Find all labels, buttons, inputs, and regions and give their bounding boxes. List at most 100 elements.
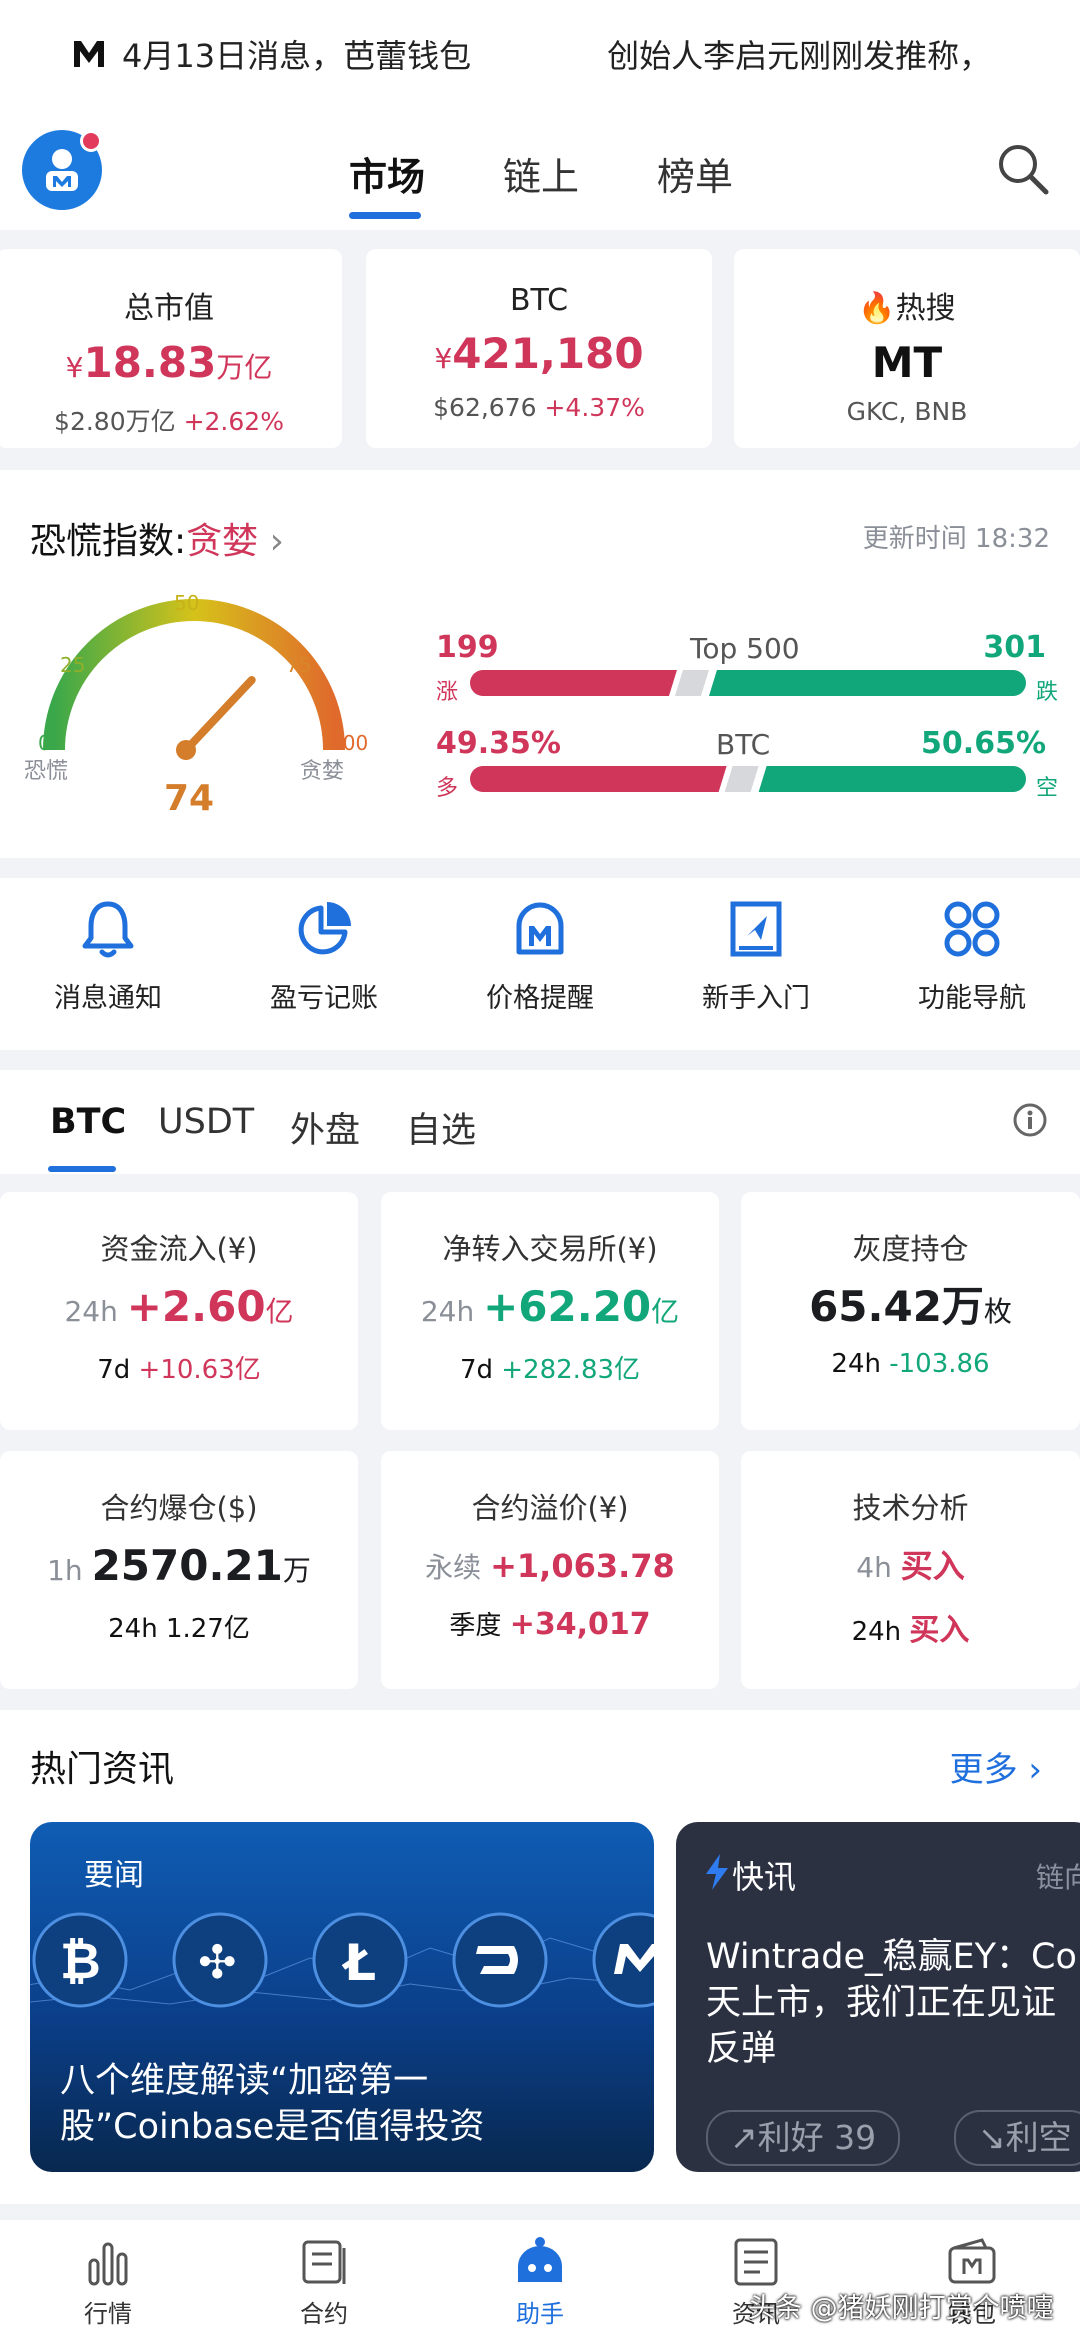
update-time: 更新时间 18:32 <box>862 524 1050 554</box>
btc-ratio-bar <box>470 766 1026 792</box>
gauge-tick-100: 100 <box>330 731 368 755</box>
bearish-vote-button[interactable]: ↘利空 <box>954 2110 1080 2166</box>
up-label: 涨 <box>436 680 459 705</box>
card-main: 永续 +1,063.78 <box>425 1547 675 1585</box>
liquidation-card[interactable]: 合约爆仓($) 1h 2570.21万 24h 1.27亿 <box>0 1451 358 1689</box>
pie-chart-icon <box>298 902 351 955</box>
total-market-cap-card[interactable]: 总市值 ¥18.83万亿 $2.80万亿 +2.62% <box>0 249 342 448</box>
trend-up-icon: ↗ <box>730 2118 758 2157</box>
robot-icon <box>518 2237 562 2282</box>
card-sub: 24h 1.27亿 <box>108 1614 250 1644</box>
short-label: 空 <box>1035 776 1058 801</box>
card-sub: 7d +282.83亿 <box>459 1355 641 1385</box>
nav-market[interactable]: 行情 <box>28 2234 188 2329</box>
avatar[interactable] <box>22 130 102 210</box>
quick-feature-nav[interactable]: 功能导航 <box>882 896 1062 1015</box>
ticker-text-2: 创始人李启元刚刚发推称， <box>607 37 992 75</box>
nav-assistant[interactable]: 助手 <box>460 2234 620 2329</box>
gauge-tick-0: 0 <box>38 731 51 755</box>
fear-index-title[interactable]: 恐慌指数:贪婪 › <box>30 512 284 564</box>
bar-chart-icon <box>88 2242 128 2286</box>
market-tab-watchlist[interactable]: 自选 <box>406 1102 476 1153</box>
card-label: 🔥热搜 <box>858 291 956 326</box>
card-label: 合约爆仓($) <box>100 1491 258 1525</box>
capital-inflow-card[interactable]: 资金流入(¥) 24h +2.60亿 7d +10.63亿 <box>0 1192 358 1430</box>
ticker-text-1: 4月13日消息，芭蕾钱包 <box>122 37 472 75</box>
news-section-title: 热门资讯 <box>30 1749 175 1790</box>
lightning-icon <box>706 1854 728 1890</box>
quick-pnl-ledger[interactable]: 盈亏记账 <box>234 896 414 1015</box>
short-ratio: 50.65% <box>921 726 1046 761</box>
news-tag: 要闻 <box>84 1858 144 1893</box>
grayscale-holdings-card[interactable]: 灰度持仓 65.42万枚 24h -103.86 <box>741 1192 1080 1430</box>
card-label: 合约溢价(¥) <box>471 1491 629 1525</box>
card-sub: 24h -103.86 <box>831 1349 990 1379</box>
card-sub: 24h 买入 <box>851 1613 970 1648</box>
news-icon <box>734 2238 778 2286</box>
market-tab-indicator <box>48 1166 116 1172</box>
user-icon <box>46 149 78 191</box>
news-tag: 快讯 <box>732 1858 797 1896</box>
down-segment <box>708 670 1026 696</box>
gauge-pivot <box>176 740 196 760</box>
ratio-divider <box>674 670 709 696</box>
quick-notifications[interactable]: 消息通知 <box>18 896 198 1015</box>
quick-price-alert[interactable]: 价格提醒 <box>450 896 630 1015</box>
notification-dot <box>80 130 102 152</box>
hot-search-card[interactable]: 🔥热搜 MT GKC, BNB <box>734 249 1080 448</box>
svg-text:₿: ₿ <box>60 1932 101 1990</box>
top500-label: Top 500 <box>690 632 800 665</box>
card-label: BTC <box>509 283 569 318</box>
fear-greed-gauge: 0 25 50 75 100 恐慌 贪婪 74 <box>24 591 368 819</box>
down-count: 301 <box>983 630 1046 665</box>
card-label: 资金流入(¥) <box>100 1232 258 1266</box>
search-icon[interactable] <box>994 140 1052 198</box>
contract-premium-card[interactable]: 合约溢价(¥) 永续 +1,063.78 季度 +34,017 <box>381 1451 719 1689</box>
market-tab-btc[interactable]: BTC <box>50 1102 126 1142</box>
alarm-icon <box>516 902 564 955</box>
exchange-netflow-card[interactable]: 净转入交易所(¥) 24h +62.20亿 7d +282.83亿 <box>381 1192 719 1430</box>
card-main: 1h 2570.21万 <box>47 1541 311 1590</box>
mytoken-logo-icon <box>74 41 104 67</box>
document-list-icon <box>302 2240 346 2284</box>
card-value: ¥18.83万亿 <box>65 338 273 387</box>
nav-label: 行情 <box>84 2300 132 2328</box>
quick-label: 消息通知 <box>54 983 162 1014</box>
card-subvalue: GKC, BNB <box>846 397 968 426</box>
long-segment <box>470 766 727 792</box>
guide-book-icon <box>730 901 782 957</box>
wallet-icon <box>948 2238 996 2284</box>
up-segment <box>470 670 677 696</box>
info-icon[interactable] <box>1012 1102 1048 1138</box>
fear-greed-panel: 恐慌指数:贪婪 › 更新时间 18:32 0 25 50 75 100 恐慌 贪… <box>0 470 1080 858</box>
card-label: 技术分析 <box>852 1491 969 1525</box>
bell-icon <box>82 901 134 958</box>
news-more-link[interactable]: 更多 › <box>950 1742 1042 1791</box>
bullish-vote-button[interactable]: ↗利好 39 <box>706 2110 901 2166</box>
crypto-coins-image: ₿ ✣ Ł <box>30 1912 654 2008</box>
nav-contracts[interactable]: 合约 <box>244 2234 404 2329</box>
hot-news-section: 热门资讯 更多 › ₿ ✣ Ł 要闻 八个维度解读“加密第一股”Coinbase… <box>0 1710 1080 2204</box>
up-count: 199 <box>436 630 499 665</box>
gauge-tick-75: 75 <box>286 653 311 677</box>
nav-label: 合约 <box>300 2300 348 2328</box>
card-main: 24h +62.20亿 <box>420 1282 680 1331</box>
tab-onchain[interactable]: 链上 <box>503 146 579 201</box>
tab-market[interactable]: 市场 <box>349 146 425 201</box>
news-ticker[interactable]: 4月13日消息，芭蕾钱包 创始人李启元刚刚发推称， <box>0 0 1080 108</box>
long-label: 多 <box>436 776 459 801</box>
tab-rankings[interactable]: 榜单 <box>657 146 733 201</box>
btc-price-card[interactable]: BTC ¥421,180 $62,676 +4.37% <box>366 249 712 448</box>
card-label: 灰度持仓 <box>852 1232 969 1266</box>
market-tab-usdt[interactable]: USDT <box>158 1102 254 1142</box>
gauge-value: 74 <box>164 778 214 819</box>
news-card-flash[interactable]: 快讯 链向 Wintrade_稳赢EY：Co 天上市，我们正在见证 反弹 ↗利好… <box>676 1822 1080 2172</box>
nav-label: 助手 <box>516 2300 564 2328</box>
quick-beginner-guide[interactable]: 新手入门 <box>666 896 846 1015</box>
gauge-label-greed: 贪婪 <box>300 759 344 784</box>
quick-label: 功能导航 <box>918 983 1026 1014</box>
news-card-headline[interactable]: ₿ ✣ Ł 要闻 八个维度解读“加密第一股”Coinbase是否值得投资 <box>30 1822 654 2172</box>
technical-analysis-card[interactable]: 技术分析 4h 买入 24h 买入 <box>741 1451 1080 1689</box>
market-tab-foreign[interactable]: 外盘 <box>290 1102 360 1153</box>
card-subvalue: $2.80万亿 +2.62% <box>54 407 284 436</box>
